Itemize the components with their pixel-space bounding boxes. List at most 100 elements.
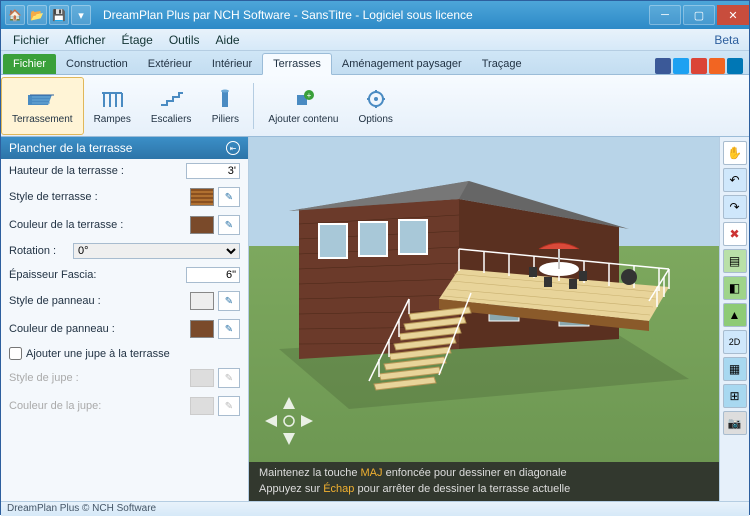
deck-style-swatch[interactable] (190, 188, 214, 206)
fascia-label: Épaisseur Fascia: (9, 269, 182, 281)
panel-style-swatch[interactable] (190, 292, 214, 310)
ribbon-label: Piliers (212, 114, 239, 125)
railing-icon (98, 86, 126, 112)
qat-dropdown-icon[interactable]: ▾ (71, 5, 91, 25)
tab-tracage[interactable]: Traçage (472, 54, 532, 74)
house-render (259, 149, 699, 439)
svg-text:+: + (307, 91, 312, 100)
statusbar: DreamPlan Plus © NCH Software (1, 501, 749, 516)
ribbon-ajouter[interactable]: + Ajouter contenu (258, 77, 348, 135)
layers-icon[interactable]: ▤ (723, 249, 747, 273)
viewport-3d[interactable]: Maintenez la touche MAJ enfoncée pour de… (249, 137, 719, 501)
ribbon-rampes[interactable]: Rampes (84, 77, 141, 135)
ribbon-escaliers[interactable]: Escaliers (141, 77, 202, 135)
deck-color-swatch[interactable] (190, 216, 214, 234)
tab-interieur[interactable]: Intérieur (202, 54, 262, 74)
tool-column: ✋ ↶ ↷ ✖ ▤ ◧ ▲ 2D ▦ ⊞ 📷 (719, 137, 749, 501)
facebook-icon[interactable] (655, 58, 671, 74)
options-icon (362, 86, 390, 112)
hint-bar: Maintenez la touche MAJ enfoncée pour de… (249, 462, 719, 501)
ribbon-label: Escaliers (151, 114, 192, 125)
nav-compass[interactable] (259, 391, 319, 451)
side-panel: Plancher de la terrasse ⇤ Hauteur de la … (1, 137, 249, 501)
deck-color-picker[interactable]: ✎ (218, 215, 240, 235)
redo-icon[interactable]: ↷ (723, 195, 747, 219)
ribbon-separator (253, 83, 254, 129)
deck-color-label: Couleur de la terrasse : (9, 219, 186, 231)
tab-terrasses[interactable]: Terrasses (262, 53, 332, 75)
snap-icon[interactable]: ⊞ (723, 384, 747, 408)
twitter-icon[interactable] (673, 58, 689, 74)
ribbon-piliers[interactable]: Piliers (201, 77, 249, 135)
tab-fichier[interactable]: Fichier (3, 54, 56, 74)
skirt-label: Ajouter une jupe à la terrasse (26, 348, 170, 360)
ribbon-body: Terrassement Rampes Escaliers Piliers + … (1, 75, 749, 137)
ribbon-terrassement[interactable]: Terrassement (1, 77, 84, 135)
reddit-icon[interactable] (709, 58, 725, 74)
view2d-icon[interactable]: 2D (723, 330, 747, 354)
delete-icon[interactable]: ✖ (723, 222, 747, 246)
height-label: Hauteur de la terrasse : (9, 165, 182, 177)
ribbon-options[interactable]: Options (348, 77, 402, 135)
pillar-icon (211, 86, 239, 112)
skirt-color-swatch (190, 397, 214, 415)
social-icons (655, 58, 749, 74)
home-icon[interactable]: 🏠 (5, 5, 25, 25)
quick-access: 🏠 📂 💾 ▾ (1, 5, 95, 25)
tab-paysager[interactable]: Aménagement paysager (332, 54, 472, 74)
beta-label: Beta (714, 33, 745, 47)
stairs-icon (157, 86, 185, 112)
menu-outils[interactable]: Outils (161, 31, 208, 49)
deck-icon (28, 86, 56, 112)
deck-style-picker[interactable]: ✎ (218, 187, 240, 207)
maximize-button[interactable]: ▢ (683, 5, 715, 25)
pan-icon[interactable]: ✋ (723, 141, 747, 165)
height-input[interactable] (186, 163, 240, 179)
materials-icon[interactable]: ◧ (723, 276, 747, 300)
menu-afficher[interactable]: Afficher (57, 31, 113, 49)
camera-icon[interactable]: 📷 (723, 411, 747, 435)
fascia-input[interactable] (186, 267, 240, 283)
deck-style-label: Style de terrasse : (9, 191, 186, 203)
skirt-style-label: Style de jupe : (9, 372, 186, 384)
menu-fichier[interactable]: Fichier (5, 31, 57, 49)
rotation-label: Rotation : (9, 245, 69, 257)
menu-etage[interactable]: Étage (113, 31, 160, 49)
tab-construction[interactable]: Construction (56, 54, 138, 74)
panel-color-label: Couleur de panneau : (9, 323, 186, 335)
workspace: Plancher de la terrasse ⇤ Hauteur de la … (1, 137, 749, 501)
ribbon-tabs: Fichier Construction Extérieur Intérieur… (1, 51, 749, 75)
collapse-icon[interactable]: ⇤ (226, 141, 240, 155)
panel-color-picker[interactable]: ✎ (218, 319, 240, 339)
minimize-button[interactable]: ─ (649, 5, 681, 25)
panel-header: Plancher de la terrasse ⇤ (1, 137, 248, 159)
skirt-checkbox[interactable] (9, 347, 22, 360)
skirt-color-label: Couleur de la jupe: (9, 400, 186, 412)
titlebar: 🏠 📂 💾 ▾ DreamPlan Plus par NCH Software … (1, 1, 749, 29)
panel-title: Plancher de la terrasse (9, 141, 132, 155)
save-icon[interactable]: 💾 (49, 5, 69, 25)
menubar: Fichier Afficher Étage Outils Aide Beta (1, 29, 749, 51)
panel-color-swatch[interactable] (190, 320, 214, 338)
ribbon-label: Terrassement (12, 114, 73, 125)
rotation-select[interactable]: 0° (73, 243, 240, 259)
panel-style-picker[interactable]: ✎ (218, 291, 240, 311)
add-content-icon: + (289, 86, 317, 112)
window-title: DreamPlan Plus par NCH Software - SansTi… (95, 8, 649, 22)
close-button[interactable]: ✕ (717, 5, 749, 25)
panel-style-label: Style de panneau : (9, 295, 186, 307)
ribbon-label: Options (358, 114, 392, 125)
linkedin-icon[interactable] (727, 58, 743, 74)
grid-icon[interactable]: ▦ (723, 357, 747, 381)
google-icon[interactable] (691, 58, 707, 74)
terrain-icon[interactable]: ▲ (723, 303, 747, 327)
skirt-color-picker: ✎ (218, 396, 240, 416)
tab-exterieur[interactable]: Extérieur (138, 54, 202, 74)
skirt-style-swatch (190, 369, 214, 387)
open-icon[interactable]: 📂 (27, 5, 47, 25)
menu-aide[interactable]: Aide (208, 31, 248, 49)
undo-icon[interactable]: ↶ (723, 168, 747, 192)
ribbon-label: Rampes (94, 114, 131, 125)
skirt-style-picker: ✎ (218, 368, 240, 388)
ribbon-label: Ajouter contenu (268, 114, 338, 125)
